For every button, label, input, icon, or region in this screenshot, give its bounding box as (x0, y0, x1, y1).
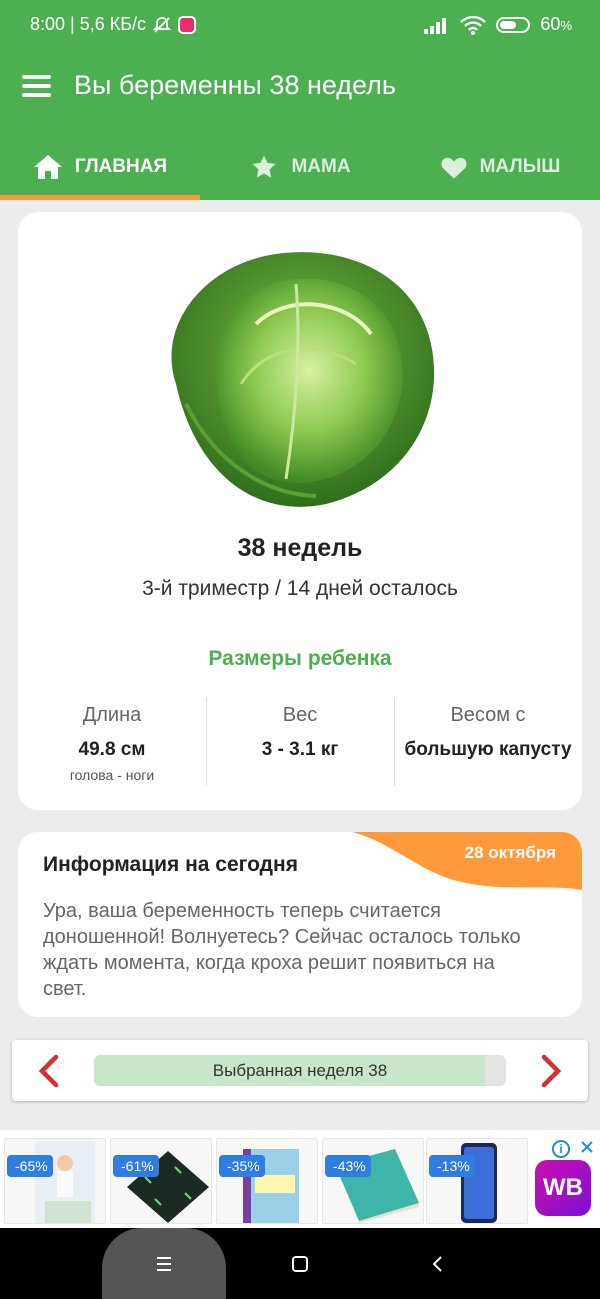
home-nav-icon[interactable] (286, 1250, 314, 1278)
tab-baby-label: МАЛЫШ (479, 156, 561, 177)
ad-discount-badge: -43% (325, 1155, 371, 1177)
tab-bar: ГЛАВНАЯ МАМА МАЛЫШ (0, 134, 600, 200)
stat-length: Длина 49.8 см голова - ноги (18, 698, 206, 788)
stat-length-label: Длина (82, 704, 142, 726)
battery-icon (496, 16, 531, 33)
close-icon[interactable] (580, 1140, 594, 1154)
back-nav-icon[interactable] (424, 1250, 452, 1278)
info-date: 28 октября (464, 843, 556, 862)
ad-discount-badge: -13% (429, 1155, 475, 1177)
heart-icon (441, 157, 467, 179)
star-icon (252, 155, 277, 178)
stat-weight: Вес 3 - 3.1 кг (206, 698, 394, 788)
ad-item[interactable]: -35% (216, 1138, 318, 1224)
ad-product-image (35, 1141, 95, 1223)
battery-level (500, 20, 516, 29)
ad-item[interactable]: -65% (4, 1138, 106, 1224)
ad-discount-badge: -61% (113, 1155, 159, 1177)
stat-weight-label: Вес (282, 704, 318, 726)
stat-compare: Весом с большую капусту (394, 698, 582, 788)
battery-percent: 60% (540, 14, 572, 34)
stat-length-note: голова - ноги (69, 767, 155, 783)
info-title: Информация на сегодня (43, 853, 298, 876)
baby-sizes-title: Размеры ребенка (208, 647, 392, 670)
week-progress[interactable]: Выбранная неделя 38 (94, 1055, 506, 1086)
ad-item[interactable]: -13% (426, 1138, 528, 1224)
recents-menu-icon[interactable] (150, 1250, 178, 1278)
signal-icon (424, 17, 447, 34)
week-card: 38 недель 3-й триместр / 14 дней осталос… (18, 212, 582, 810)
ad-product-image (461, 1143, 497, 1223)
ad-item[interactable]: -61% (110, 1138, 212, 1224)
wifi-icon (460, 15, 487, 35)
tab-active-indicator (0, 195, 200, 200)
system-nav-bar (0, 1228, 600, 1299)
prev-week-button[interactable] (36, 1054, 62, 1088)
stat-compare-label: Весом с (450, 704, 526, 726)
status-time: 8:00 | 5,6 КБ/с (30, 14, 147, 34)
stat-length-value: 49.8 см (78, 739, 146, 760)
baby-stats: Длина 49.8 см голова - ноги Вес 3 - 3.1 … (18, 698, 582, 788)
week-title: 38 недель (237, 534, 363, 562)
status-bar: 8:00 | 5,6 КБ/с 60% (0, 0, 600, 42)
menu-icon[interactable] (22, 75, 52, 97)
tab-mama-label: МАМА (291, 156, 351, 177)
next-week-button[interactable] (538, 1054, 564, 1088)
stat-compare-value: большую капусту (404, 739, 572, 760)
trimester-subtitle: 3-й триместр / 14 дней осталось (142, 577, 458, 600)
tab-main[interactable]: ГЛАВНАЯ (0, 134, 200, 200)
home-icon (33, 155, 62, 179)
ad-info-icon[interactable]: i (552, 1140, 570, 1158)
tab-mama[interactable]: МАМА (200, 134, 400, 200)
tab-main-label: ГЛАВНАЯ (74, 156, 168, 177)
mute-bell-icon (152, 16, 172, 33)
ad-discount-badge: -35% (219, 1155, 265, 1177)
selected-week-label: Выбранная неделя 38 (212, 1061, 388, 1080)
cabbage-image (171, 252, 435, 507)
ad-item[interactable]: -43% (322, 1138, 424, 1224)
ad-banner[interactable]: -65% -61% -35% -43% -13% i (0, 1130, 600, 1228)
status-right: 60% (424, 14, 572, 35)
ad-discount-badge: -65% (7, 1155, 53, 1177)
week-selector: Выбранная неделя 38 (12, 1040, 588, 1101)
stat-weight-value: 3 - 3.1 кг (261, 739, 339, 760)
app-bar: Вы беременны 38 недель ГЛАВНАЯ МАМА МАЛЫ… (0, 42, 600, 200)
status-left: 8:00 | 5,6 КБ/с (30, 14, 197, 35)
instagram-icon (178, 15, 197, 34)
wb-logo[interactable]: WB (535, 1160, 591, 1216)
page-title: Вы беременны 38 недель (74, 70, 396, 100)
tab-baby[interactable]: МАЛЫШ (400, 134, 600, 200)
info-card: 28 октября Информация на сегодня Ура, ва… (18, 832, 582, 1017)
info-text: Ура, ваша беременность теперь считается … (43, 900, 521, 1000)
